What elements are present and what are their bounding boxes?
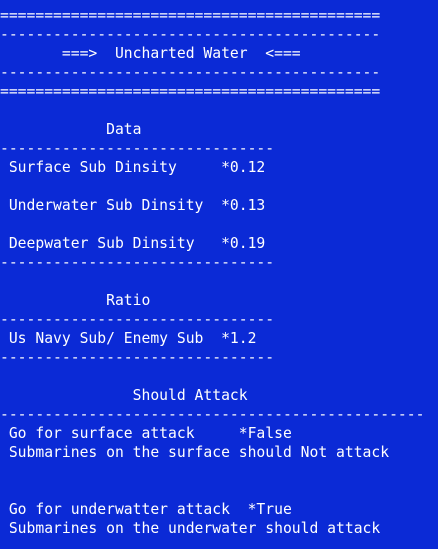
title-banner: ===> Uncharted Water <=== bbox=[0, 45, 301, 62]
underwater-attack-decision: Go for underwatter attack *True bbox=[0, 501, 292, 518]
data-row-deepwater: Deepwater Sub Dinsity *0.19 bbox=[0, 235, 266, 252]
single-rule: ------------------------------- bbox=[0, 254, 275, 271]
single-rule: ----------------------------------------… bbox=[0, 64, 381, 81]
single-rule: ------------------------------- bbox=[0, 349, 275, 366]
double-rule: ========================================… bbox=[0, 7, 381, 24]
section-heading-should-attack: Should Attack bbox=[0, 387, 248, 404]
surface-attack-decision: Go for surface attack *False bbox=[0, 425, 292, 442]
ratio-row: Us Navy Sub/ Enemy Sub *1.2 bbox=[0, 330, 257, 347]
double-rule: ========================================… bbox=[0, 83, 381, 100]
single-rule: ----------------------------------------… bbox=[0, 406, 425, 423]
underwater-attack-message: Submarines on the underwater should atta… bbox=[0, 520, 381, 537]
single-rule: ------------------------------- bbox=[0, 311, 275, 328]
data-row-underwater: Underwater Sub Dinsity *0.13 bbox=[0, 197, 266, 214]
surface-attack-message: Submarines on the surface should Not att… bbox=[0, 444, 390, 461]
data-row-surface: Surface Sub Dinsity *0.12 bbox=[0, 159, 266, 176]
section-heading-data: Data bbox=[0, 121, 142, 138]
section-heading-ratio: Ratio bbox=[0, 292, 151, 309]
single-rule: ----------------------------------------… bbox=[0, 26, 381, 43]
single-rule: ------------------------------- bbox=[0, 140, 275, 157]
